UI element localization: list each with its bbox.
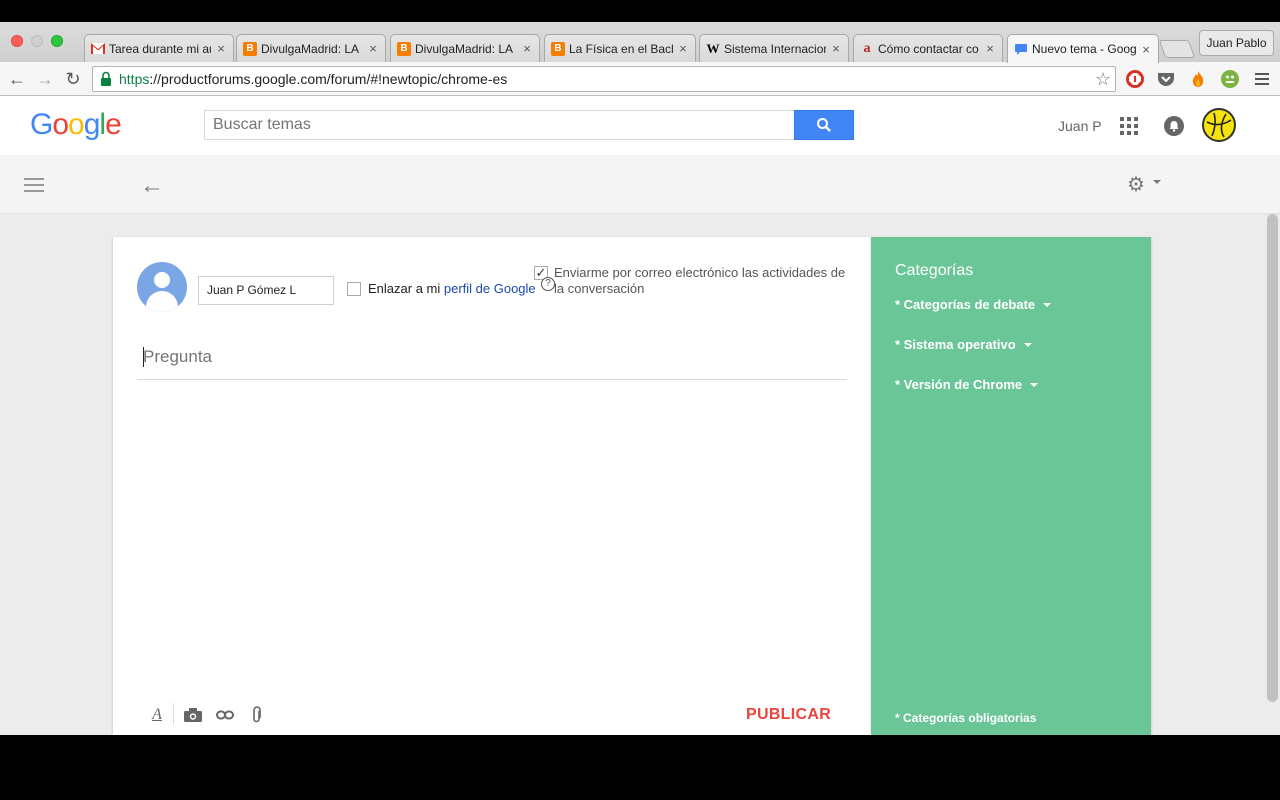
notifications-bell-icon[interactable] bbox=[1164, 116, 1184, 136]
settings-gear-icon[interactable]: ⚙ bbox=[1127, 172, 1145, 197]
username-label[interactable]: Juan P bbox=[1058, 118, 1102, 134]
address-bar[interactable]: https ://productforums.google.com/forum/… bbox=[92, 66, 1116, 92]
tab-title: Nuevo tema - Goog bbox=[1032, 42, 1136, 56]
blogger-icon: B bbox=[243, 41, 257, 56]
tab-title: Tarea durante mi au bbox=[109, 41, 211, 56]
forward-icon[interactable]: → bbox=[34, 68, 56, 90]
categories-panel: Categorías * Categorías de debate * Sist… bbox=[871, 237, 1151, 735]
browser-toolbar: ← → ↻ https ://productforums.google.com/… bbox=[0, 62, 1280, 96]
blogger-icon: B bbox=[551, 41, 565, 56]
pocket-extension-icon[interactable] bbox=[1157, 70, 1175, 88]
avatar bbox=[137, 262, 187, 312]
tab-close-icon[interactable]: × bbox=[367, 41, 379, 56]
new-topic-composer: Juan P Gómez L Enlazar a mi perfil de Go… bbox=[113, 237, 871, 735]
attachment-icon[interactable] bbox=[247, 705, 267, 725]
tab-close-icon[interactable]: × bbox=[521, 41, 533, 56]
emoji-extension-icon[interactable] bbox=[1221, 70, 1239, 88]
link-icon[interactable] bbox=[215, 705, 235, 725]
camera-icon[interactable] bbox=[183, 705, 203, 725]
category-dropdown-os[interactable]: * Sistema operativo bbox=[895, 337, 1032, 352]
link-profile-checkbox[interactable] bbox=[347, 282, 361, 296]
window-maximize-button[interactable] bbox=[51, 35, 63, 47]
menu-icon[interactable] bbox=[24, 178, 44, 192]
tab-close-icon[interactable]: × bbox=[984, 41, 996, 56]
google-profile-link[interactable]: perfil de Google bbox=[444, 281, 536, 296]
wikipedia-icon: W bbox=[706, 40, 720, 56]
help-icon[interactable]: ? bbox=[541, 277, 555, 291]
required-categories-note: * Categorías obligatorias bbox=[895, 711, 1037, 725]
rae-icon: a bbox=[863, 40, 871, 56]
url-text: ://productforums.google.com/forum/#!newt… bbox=[149, 71, 508, 87]
new-tab-button[interactable] bbox=[1158, 40, 1196, 58]
scrollbar-thumb[interactable] bbox=[1267, 214, 1278, 702]
link-profile-label: Enlazar a mi perfil de Google bbox=[368, 281, 536, 296]
forum-icon bbox=[1014, 42, 1028, 56]
tab-title: DivulgaMadrid: LA bbox=[261, 41, 360, 56]
back-icon[interactable]: ← bbox=[6, 68, 28, 90]
forum-action-bar: ← ⚙ bbox=[0, 155, 1280, 214]
lock-icon bbox=[99, 71, 113, 87]
window-minimize-button[interactable] bbox=[31, 35, 43, 47]
search-icon bbox=[817, 118, 831, 132]
bookmark-star-icon[interactable]: ☆ bbox=[1095, 69, 1111, 90]
window-close-button[interactable] bbox=[11, 35, 23, 47]
browser-tab-active[interactable]: Nuevo tema - Goog × bbox=[1007, 34, 1159, 63]
chevron-down-icon[interactable] bbox=[1153, 180, 1161, 184]
tab-close-icon[interactable]: × bbox=[830, 41, 842, 56]
chevron-down-icon bbox=[1023, 342, 1032, 347]
browser-tab[interactable]: W Sistema Internacion × bbox=[699, 34, 849, 62]
category-dropdown-debate[interactable]: * Categorías de debate bbox=[895, 297, 1052, 312]
publish-button[interactable]: PUBLICAR bbox=[746, 706, 831, 724]
tab-title: DivulgaMadrid: LA bbox=[415, 41, 514, 56]
tab-title: La Física en el Bach bbox=[569, 41, 673, 56]
tab-strip: Tarea durante mi au × B DivulgaMadrid: L… bbox=[0, 22, 1280, 63]
fire-extension-icon[interactable] bbox=[1189, 70, 1207, 88]
browser-window: Tarea durante mi au × B DivulgaMadrid: L… bbox=[0, 22, 1280, 735]
adblock-extension-icon[interactable] bbox=[1126, 70, 1144, 88]
chevron-down-icon bbox=[1043, 302, 1052, 307]
tab-close-icon[interactable]: × bbox=[215, 41, 227, 56]
back-arrow-icon[interactable]: ← bbox=[140, 172, 164, 200]
email-notify-label: Enviarme por correo electrónico las acti… bbox=[554, 265, 846, 296]
author-name-field[interactable]: Juan P Gómez L bbox=[198, 276, 334, 305]
browser-tab[interactable]: B DivulgaMadrid: LA × bbox=[390, 34, 540, 62]
user-avatar[interactable] bbox=[1202, 108, 1236, 142]
blogger-icon: B bbox=[397, 41, 411, 56]
apps-grid-icon[interactable] bbox=[1120, 117, 1138, 135]
tab-close-icon[interactable]: × bbox=[677, 41, 689, 56]
tab-title: Cómo contactar co bbox=[878, 41, 979, 56]
toolbar-divider bbox=[173, 703, 174, 725]
gmail-icon bbox=[91, 42, 105, 56]
google-header: Google Juan P bbox=[0, 96, 1280, 155]
category-dropdown-chrome-version[interactable]: * Versión de Chrome bbox=[895, 377, 1039, 392]
question-input[interactable] bbox=[137, 335, 847, 380]
url-scheme: https bbox=[119, 71, 150, 87]
google-logo[interactable]: Google bbox=[30, 108, 122, 142]
profile-button[interactable]: Juan Pablo bbox=[1199, 30, 1274, 56]
browser-tab[interactable]: B DivulgaMadrid: LA × bbox=[236, 34, 386, 62]
chevron-down-icon bbox=[1030, 382, 1039, 387]
categories-title: Categorías bbox=[895, 262, 974, 279]
search-input[interactable] bbox=[204, 110, 796, 140]
text-format-icon[interactable]: A bbox=[147, 705, 167, 725]
tab-title: Sistema Internacion bbox=[724, 41, 826, 56]
search-button[interactable] bbox=[794, 110, 854, 140]
browser-tab[interactable]: B La Física en el Bach × bbox=[544, 34, 696, 62]
reload-icon[interactable]: ↻ bbox=[62, 68, 84, 90]
browser-tab[interactable]: a Cómo contactar co × bbox=[853, 34, 1003, 62]
chrome-menu-icon[interactable] bbox=[1253, 70, 1271, 88]
text-cursor bbox=[143, 347, 144, 367]
tab-close-icon[interactable]: × bbox=[1140, 42, 1152, 57]
page-scrollbar[interactable] bbox=[1265, 214, 1280, 735]
browser-tab[interactable]: Tarea durante mi au × bbox=[84, 34, 234, 62]
